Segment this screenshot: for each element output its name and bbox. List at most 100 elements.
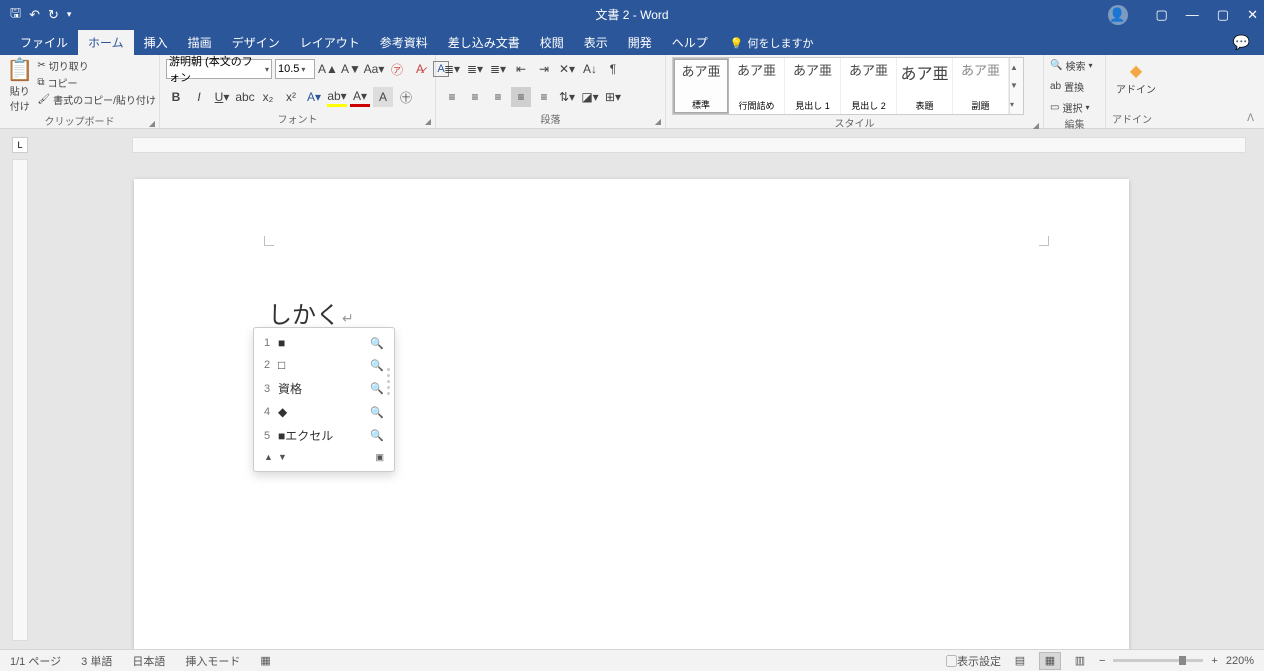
distribute-button[interactable]: ≡ bbox=[534, 87, 554, 107]
ribbon-display-icon[interactable]: ▢ bbox=[1156, 7, 1168, 23]
zoom-slider[interactable] bbox=[1113, 659, 1203, 662]
phonetic-guide-button[interactable]: ㋐ bbox=[387, 59, 407, 79]
qat-customize-icon[interactable]: ▾ bbox=[67, 9, 72, 20]
align-right-button[interactable]: ≡ bbox=[488, 87, 508, 107]
tab-home[interactable]: ホーム bbox=[78, 30, 134, 55]
style-no-spacing[interactable]: あア亜行間詰め bbox=[729, 58, 785, 114]
style-normal[interactable]: あア亜標準 bbox=[673, 58, 729, 114]
addins-button[interactable]: ◆ アドイン bbox=[1112, 57, 1160, 96]
page-count[interactable]: 1/1 ページ bbox=[0, 653, 71, 669]
bold-button[interactable]: B bbox=[166, 87, 186, 107]
line-spacing-button[interactable]: ⇅▾ bbox=[557, 87, 577, 107]
italic-button[interactable]: I bbox=[189, 87, 209, 107]
save-icon[interactable]: 🖫 bbox=[10, 4, 21, 26]
superscript-button[interactable]: x² bbox=[281, 87, 301, 107]
sort-button[interactable]: A↓ bbox=[580, 59, 600, 79]
zoom-level[interactable]: 220% bbox=[1226, 655, 1254, 667]
tab-review[interactable]: 校閲 bbox=[530, 30, 574, 55]
tab-design[interactable]: デザイン bbox=[222, 30, 290, 55]
asian-layout-button[interactable]: ✕▾ bbox=[557, 59, 577, 79]
ime-candidate[interactable]: 4◆🔍 bbox=[254, 401, 394, 423]
style-heading2[interactable]: あア亜見出し 2 bbox=[841, 58, 897, 114]
language[interactable]: 日本語 bbox=[122, 653, 175, 669]
zoom-in-button[interactable]: + bbox=[1211, 655, 1217, 667]
font-size-combo[interactable]: 10.5▾ bbox=[275, 59, 315, 79]
tab-selector[interactable]: L bbox=[12, 137, 28, 153]
tab-developer[interactable]: 開発 bbox=[618, 30, 662, 55]
redo-icon[interactable]: ↻ bbox=[48, 7, 59, 23]
show-marks-button[interactable]: ¶ bbox=[603, 59, 623, 79]
style-heading1[interactable]: あア亜見出し 1 bbox=[785, 58, 841, 114]
search-icon[interactable]: 🔍 bbox=[370, 406, 384, 419]
font-launcher[interactable]: ◢ bbox=[425, 117, 431, 126]
search-icon[interactable]: 🔍 bbox=[370, 359, 384, 372]
web-layout-button[interactable]: ▥ bbox=[1069, 652, 1091, 670]
tab-view[interactable]: 表示 bbox=[574, 30, 618, 55]
macro-icon[interactable]: ▦ bbox=[250, 654, 280, 667]
borders-button[interactable]: ⊞▾ bbox=[603, 87, 623, 107]
ime-candidate[interactable]: 3資格🔍 bbox=[254, 376, 394, 401]
clear-format-button[interactable]: A̷ bbox=[410, 59, 430, 79]
char-border-button[interactable]: ㊉ bbox=[396, 87, 416, 107]
chevron-up-icon[interactable]: ▲ bbox=[264, 452, 273, 462]
maximize-icon[interactable]: ▢ bbox=[1217, 7, 1229, 23]
search-icon[interactable]: 🔍 bbox=[370, 429, 384, 442]
grow-font-button[interactable]: A▲ bbox=[318, 59, 338, 79]
paste-button[interactable]: 📋 貼り付け bbox=[6, 57, 33, 113]
font-name-combo[interactable]: 游明朝 (本文のフォン▾ bbox=[166, 59, 272, 79]
ime-expand-icon[interactable]: ▣ bbox=[375, 452, 384, 463]
decrease-indent-button[interactable]: ⇤ bbox=[511, 59, 531, 79]
ime-candidate[interactable]: 1■🔍 bbox=[254, 332, 394, 354]
tab-help[interactable]: ヘルプ bbox=[662, 30, 718, 55]
text-effects-button[interactable]: A▾ bbox=[304, 87, 324, 107]
ime-candidate[interactable]: 5■エクセル🔍 bbox=[254, 423, 394, 448]
horizontal-ruler[interactable] bbox=[132, 137, 1246, 153]
font-color-button[interactable]: A▾ bbox=[350, 87, 370, 107]
char-shading-button[interactable]: A bbox=[373, 87, 393, 107]
ime-candidate[interactable]: 2□🔍 bbox=[254, 354, 394, 376]
account-avatar[interactable]: 👤 bbox=[1108, 5, 1128, 25]
align-center-button[interactable]: ≡ bbox=[465, 87, 485, 107]
word-count[interactable]: 3 単語 bbox=[71, 653, 122, 669]
tab-layout[interactable]: レイアウト bbox=[290, 30, 370, 55]
share-icon[interactable]: 💬 bbox=[1233, 34, 1250, 51]
chevron-down-icon[interactable]: ▼ bbox=[278, 452, 287, 462]
styles-scroll[interactable]: ▲▼▾ bbox=[1009, 58, 1023, 114]
format-painter-button[interactable]: 🖌書式のコピー/貼り付け bbox=[37, 91, 155, 108]
shading-button[interactable]: ◪▾ bbox=[580, 87, 600, 107]
copy-button[interactable]: ⧉コピー bbox=[37, 74, 155, 91]
search-icon[interactable]: 🔍 bbox=[370, 382, 384, 395]
paragraph-launcher[interactable]: ◢ bbox=[655, 117, 661, 126]
print-layout-button[interactable]: ▦ bbox=[1039, 652, 1061, 670]
zoom-out-button[interactable]: − bbox=[1099, 655, 1105, 667]
select-button[interactable]: ▭選択▾ bbox=[1050, 99, 1089, 116]
bullets-button[interactable]: ≣▾ bbox=[442, 59, 462, 79]
undo-icon[interactable]: ↶ bbox=[29, 7, 40, 23]
subscript-button[interactable]: x₂ bbox=[258, 87, 278, 107]
find-button[interactable]: 🔍検索▾ bbox=[1050, 57, 1092, 74]
display-settings[interactable]: ▢表示設定 bbox=[946, 653, 1001, 669]
increase-indent-button[interactable]: ⇥ bbox=[534, 59, 554, 79]
vertical-ruler[interactable] bbox=[12, 159, 28, 641]
clipboard-launcher[interactable]: ◢ bbox=[149, 119, 155, 128]
replace-button[interactable]: ab置換 bbox=[1050, 78, 1084, 95]
cut-button[interactable]: ✂切り取り bbox=[37, 57, 155, 74]
minimize-icon[interactable]: — bbox=[1186, 7, 1199, 22]
tab-insert[interactable]: 挿入 bbox=[134, 30, 178, 55]
strike-button[interactable]: abc bbox=[235, 87, 255, 107]
style-title[interactable]: あア亜表題 bbox=[897, 58, 953, 114]
style-subtitle[interactable]: あア亜副題 bbox=[953, 58, 1009, 114]
numbering-button[interactable]: ≣▾ bbox=[465, 59, 485, 79]
tab-mailings[interactable]: 差し込み文書 bbox=[438, 30, 530, 55]
close-icon[interactable]: ✕ bbox=[1247, 7, 1258, 23]
collapse-ribbon-icon[interactable]: ᐱ bbox=[1247, 113, 1254, 124]
align-left-button[interactable]: ≡ bbox=[442, 87, 462, 107]
tab-file[interactable]: ファイル bbox=[10, 30, 78, 55]
justify-button[interactable]: ≡ bbox=[511, 87, 531, 107]
shrink-font-button[interactable]: A▼ bbox=[341, 59, 361, 79]
change-case-button[interactable]: Aa▾ bbox=[364, 59, 384, 79]
tell-me[interactable]: 💡 何をしますか bbox=[730, 35, 814, 55]
tab-references[interactable]: 参考資料 bbox=[370, 30, 438, 55]
multilevel-button[interactable]: ≣▾ bbox=[488, 59, 508, 79]
insert-mode[interactable]: 挿入モード bbox=[175, 653, 250, 669]
